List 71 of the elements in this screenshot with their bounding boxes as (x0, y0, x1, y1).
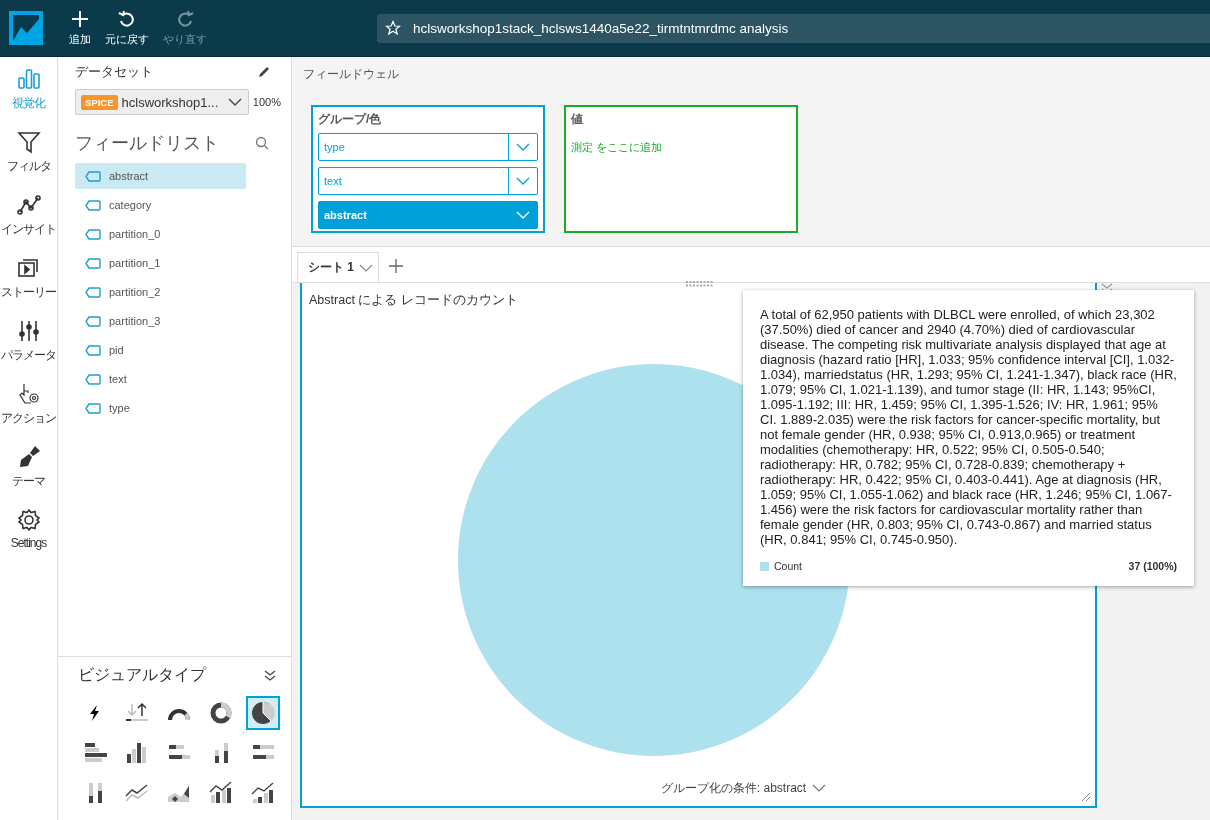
edit-pencil-icon[interactable] (257, 65, 271, 79)
group-color-label: グループ/色 (318, 111, 383, 128)
dimension-tag-icon (85, 402, 101, 414)
visualize-icon (15, 66, 42, 92)
filter-nav-item[interactable]: フィルタ (0, 129, 58, 179)
field-list-item[interactable]: partition_1 (75, 250, 246, 276)
field-list-item[interactable]: abstract (75, 163, 246, 189)
resize-handle-icon[interactable] (1081, 792, 1091, 802)
dimension-tag-icon (85, 286, 101, 298)
field-list-item[interactable]: pid (75, 337, 246, 363)
legend-label: Count (774, 560, 804, 572)
field-wells-heading: フィールドウェル (303, 66, 400, 83)
pie-chart-icon (250, 700, 276, 726)
dimension-tag-icon (85, 228, 101, 240)
action-nav-item[interactable]: アクション (0, 381, 58, 431)
analysis-title: hclsworkshop1stack_hclsws1440a5e22_tirmtntmrdmc analysis (413, 20, 789, 36)
add-sheet-icon[interactable] (389, 259, 403, 273)
theme-nav-item[interactable]: テーマ (0, 444, 58, 494)
chevron-down-icon (358, 262, 374, 273)
spice-badge: SPICE (81, 94, 118, 110)
field-list-heading: フィールドリスト (75, 132, 219, 155)
plus-icon (70, 9, 90, 29)
visual-title: Abstract による レコードのカウント (308, 292, 518, 309)
add-button[interactable]: 追加 (65, 9, 95, 47)
combo-stacked-chart-icon (250, 780, 276, 806)
insight-icon (15, 192, 42, 218)
dimension-tag-icon (85, 257, 101, 269)
insight-nav-item[interactable]: インサイト (0, 192, 58, 242)
dimension-tag-icon (85, 170, 101, 182)
group-by-dropdown[interactable]: グループ化の条件: abstract (660, 780, 827, 806)
sheet-tab[interactable]: シート 1 (297, 252, 379, 282)
dimension-tag-icon (85, 373, 101, 385)
field-list-item[interactable]: category (75, 192, 246, 218)
settings-nav-item[interactable]: Settings (0, 507, 58, 557)
story-nav-item[interactable]: ストーリー (0, 255, 58, 305)
field-list-item[interactable]: text (75, 366, 246, 392)
collapse-chevron-icon[interactable] (263, 669, 277, 682)
chevron-down-icon (516, 177, 530, 185)
chevron-down-icon (812, 784, 827, 793)
chevron-down-icon (516, 143, 530, 151)
tooltip-text: A total of 62,950 patients with DLBCL were enrolled, of which 23,302 (37.50%) died of cancer and 2940 (4.70%) died of cardiovascular disease. The competing risk multivariate analysis displayed that age at diagnosis (hazard ratio [HR], 1.033; 95% confidence interval [CI], 1.032-1.034), marriedstatus (HR, 1.293; 95% CI, 1.241-1.347), black race (HR, 1.079; 95% CI, 1.021-1.139), and tumor stage (II: HR, 1.143; 95%CI, 1.095-1.192; III: HR, 1.459; 95% CI, 1.395-1.526; IV: HR, 1.961; 95% CI. 1.889-2.035) were the risk factors for cancer-specific mortality, but not female gender (HR, 0.938; 95% CI, 0.913,0.965) or treatment modalities (chemotherapy: HR, 0.522; 95% CI, 0.505-0.540; radiotherapy: HR, 0.782; 95% CI, 0.728-0.839; chemotherapy + radiotherapy: HR, 0.422; 95% CI, 0.403-0.441). Age at diagnosis (HR, 1.059; 95% CI, 1.055-1.062) and black race (HR, 1.246; 95% CI, 1.067-1.456) were the risk factors for cardiovascular mortality rather than female gender (HR, 0.803; 95% CI, 0.743-0.867) and married status (HR, 0.841; 95% CI, 0.745-0.950). (760, 307, 1177, 547)
field-list-item[interactable]: partition_3 (75, 308, 246, 334)
spice-usage-percent: 100% (252, 96, 281, 108)
dataset-name: hclsworkshop1... (121, 94, 220, 110)
visual-types-heading: ビジュアルタイプ (78, 665, 206, 685)
dimension-tag-icon (85, 315, 101, 327)
value-label: 値 (571, 111, 584, 128)
settings-icon (15, 507, 42, 533)
tooltip-value: 37 (100%) (1128, 560, 1177, 572)
combo-chart-icon (208, 780, 234, 806)
app-logo-icon[interactable] (9, 11, 43, 45)
dataset-heading: データセット (75, 63, 153, 81)
dimension-tag-icon (85, 199, 101, 211)
undo-button[interactable]: 元に戻す (101, 9, 153, 47)
field-list-item[interactable]: type (75, 395, 246, 421)
dimension-tag-icon (85, 344, 101, 356)
search-icon[interactable] (255, 136, 269, 150)
redo-arrow-icon (175, 9, 195, 29)
chevron-down-icon (227, 97, 242, 107)
dataset-dropdown[interactable]: SPICE hclsworkshop1... (75, 89, 249, 115)
filter-icon (15, 129, 42, 155)
analysis-title-field[interactable]: hclsworkshop1stack_hclsws1440a5e22_tirmtntmrdmc analysis (377, 13, 1210, 43)
drag-handle-icon[interactable] (686, 281, 714, 287)
donut-chart-icon (208, 700, 234, 726)
star-icon[interactable] (385, 20, 401, 36)
pie-chart-type-button[interactable] (246, 696, 280, 730)
field-list-item[interactable]: partition_2 (75, 279, 246, 305)
undo-arrow-icon (117, 9, 137, 29)
chevron-down-icon (516, 211, 530, 219)
parameter-nav-item[interactable]: パラメータ (0, 318, 58, 368)
field-list-item[interactable]: partition_0 (75, 221, 246, 247)
